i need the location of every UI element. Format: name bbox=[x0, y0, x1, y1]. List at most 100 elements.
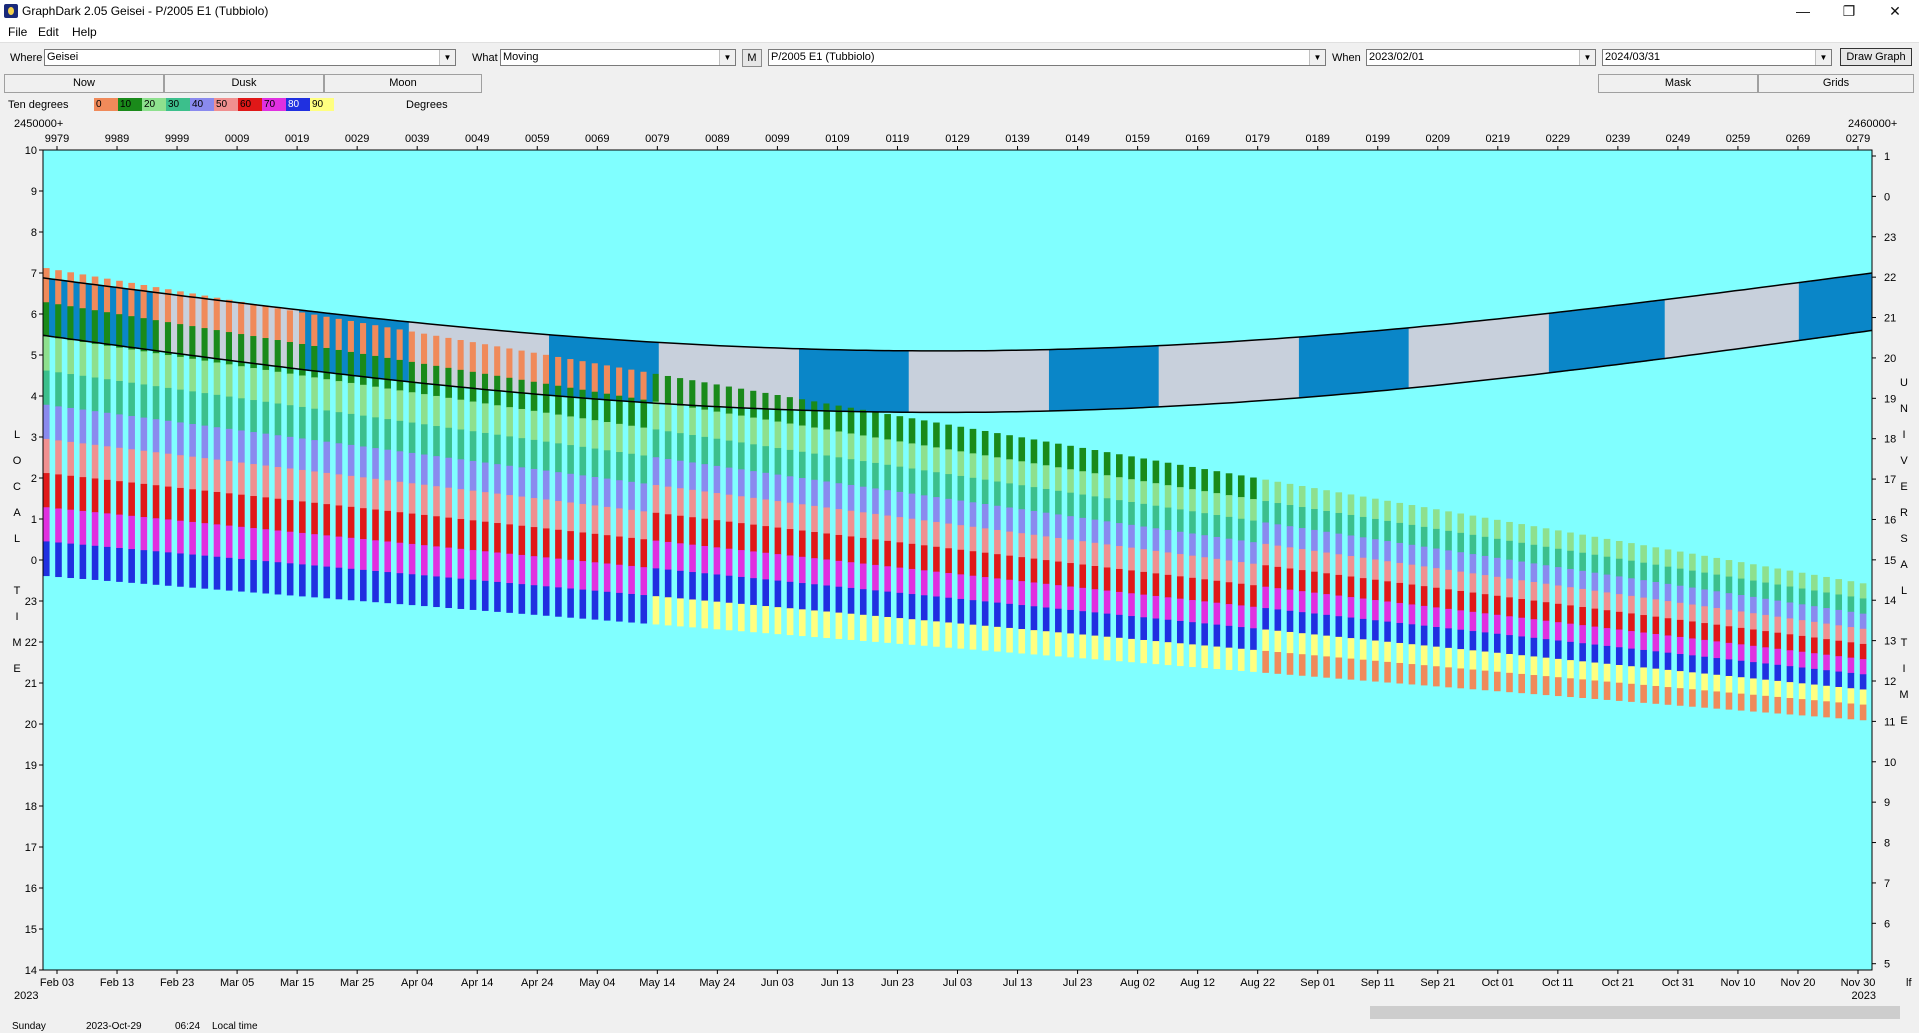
object-altitude-bar bbox=[1713, 658, 1721, 676]
date-tick-label: Oct 21 bbox=[1602, 977, 1634, 989]
twilight-bar bbox=[908, 350, 916, 413]
tab-mask[interactable]: Mask bbox=[1598, 74, 1758, 93]
object-altitude-bar bbox=[811, 453, 818, 481]
object-altitude-bar bbox=[152, 353, 160, 387]
chevron-down-icon[interactable]: ▼ bbox=[719, 50, 735, 65]
object-altitude-bar bbox=[1176, 531, 1184, 555]
tab-dusk[interactable]: Dusk bbox=[164, 74, 324, 93]
object-altitude-bar bbox=[140, 483, 148, 518]
object-altitude-bar bbox=[1067, 586, 1074, 611]
scrollbar-thumb[interactable] bbox=[1370, 1006, 1900, 1019]
local-time-axis-letter: L bbox=[14, 533, 20, 545]
horizontal-scrollbar[interactable] bbox=[0, 1005, 1919, 1021]
object-altitude-bar bbox=[1091, 612, 1099, 637]
where-combo[interactable]: Geisei ▼ bbox=[44, 49, 456, 66]
twilight-bar bbox=[1085, 348, 1093, 410]
tab-grids[interactable]: Grids bbox=[1758, 74, 1914, 93]
menu-file[interactable]: File bbox=[8, 25, 27, 39]
object-altitude-bar bbox=[1689, 587, 1696, 606]
object-altitude-bar bbox=[1067, 563, 1074, 588]
object-altitude-bar bbox=[1652, 651, 1660, 670]
object-altitude-bar bbox=[1591, 536, 1599, 556]
top-tick-label: 0159 bbox=[1125, 133, 1149, 145]
object-altitude-bar bbox=[79, 409, 87, 444]
chevron-down-icon[interactable]: ▼ bbox=[439, 50, 455, 65]
object-altitude-bar bbox=[201, 523, 209, 557]
object-altitude-bar bbox=[884, 566, 891, 593]
object-altitude-bar bbox=[213, 491, 221, 525]
date-tick-label: Apr 14 bbox=[461, 977, 493, 989]
object-combo[interactable]: P/2005 E1 (Tubbiolo) ▼ bbox=[768, 49, 1326, 66]
object-altitude-bar bbox=[1603, 681, 1611, 700]
tab-now[interactable]: Now bbox=[4, 74, 164, 93]
object-altitude-bar bbox=[1018, 629, 1026, 654]
object-altitude-bar bbox=[1152, 528, 1160, 552]
date-tick-label: Nov 10 bbox=[1721, 977, 1756, 989]
object-altitude-bar bbox=[1859, 674, 1867, 690]
object-altitude-bar bbox=[1152, 505, 1160, 529]
object-altitude-bar bbox=[1445, 569, 1452, 590]
twilight-bar bbox=[963, 350, 971, 413]
object-altitude-bar bbox=[1433, 568, 1440, 589]
when-from-combo[interactable]: 2023/02/01 ▼ bbox=[1366, 49, 1596, 66]
chevron-down-icon[interactable]: ▼ bbox=[1815, 50, 1831, 65]
top-tick-label: 0259 bbox=[1726, 133, 1750, 145]
object-altitude-bar bbox=[286, 500, 294, 533]
when-to-combo[interactable]: 2024/03/31 ▼ bbox=[1602, 49, 1832, 66]
object-altitude-bar bbox=[994, 481, 1001, 507]
menu-help[interactable]: Help bbox=[72, 25, 97, 39]
twilight-bar bbox=[1670, 298, 1678, 358]
object-altitude-bar bbox=[1079, 564, 1087, 589]
object-altitude-bar bbox=[1408, 564, 1416, 586]
twilight-bar bbox=[829, 349, 837, 411]
object-altitude-bar bbox=[469, 431, 477, 462]
object-altitude-bar bbox=[1567, 678, 1574, 698]
object-value: P/2005 E1 (Tubbiolo) bbox=[771, 51, 875, 63]
minimize-icon[interactable]: — bbox=[1780, 0, 1826, 22]
object-altitude-bar bbox=[469, 550, 477, 581]
maximize-icon[interactable]: ❐ bbox=[1826, 0, 1872, 22]
object-altitude-bar bbox=[762, 606, 770, 634]
object-altitude-bar bbox=[201, 490, 209, 524]
menu-edit[interactable]: Edit bbox=[38, 25, 59, 39]
chevron-down-icon[interactable]: ▼ bbox=[1309, 50, 1325, 65]
twilight-bar bbox=[280, 307, 288, 367]
object-altitude-bar bbox=[1359, 496, 1367, 518]
date-tick-label: Oct 01 bbox=[1482, 977, 1514, 989]
object-altitude-bar bbox=[1176, 598, 1184, 622]
object-altitude-bar bbox=[981, 479, 989, 505]
object-altitude-bar bbox=[481, 492, 489, 523]
object-altitude-bar bbox=[1798, 635, 1806, 653]
what-combo[interactable]: Moving ▼ bbox=[500, 49, 736, 66]
object-altitude-bar bbox=[872, 488, 879, 515]
object-altitude-bar bbox=[67, 509, 74, 545]
twilight-bar bbox=[817, 349, 824, 411]
object-altitude-bar bbox=[1774, 616, 1782, 634]
close-icon[interactable]: ✕ bbox=[1872, 0, 1918, 22]
object-altitude-bar bbox=[835, 457, 843, 484]
object-altitude-bar bbox=[1506, 578, 1513, 598]
draw-graph-button[interactable]: Draw Graph bbox=[1840, 48, 1912, 66]
m-button[interactable]: M bbox=[742, 49, 762, 67]
view-tabs: Now Dusk Moon Mask Grids bbox=[0, 72, 1919, 94]
object-altitude-bar bbox=[628, 565, 635, 595]
tab-moon[interactable]: Moon bbox=[324, 74, 482, 93]
object-altitude-bar bbox=[189, 293, 196, 327]
when-from-value: 2023/02/01 bbox=[1369, 51, 1425, 63]
object-altitude-bar bbox=[1225, 560, 1233, 583]
chevron-down-icon[interactable]: ▼ bbox=[1579, 50, 1595, 65]
object-altitude-bar bbox=[1420, 665, 1428, 686]
twilight-bar bbox=[1292, 337, 1300, 399]
object-altitude-bar bbox=[1518, 617, 1525, 637]
object-altitude-bar bbox=[1689, 621, 1696, 639]
object-altitude-bar bbox=[1420, 645, 1428, 666]
object-altitude-bar bbox=[713, 547, 721, 575]
object-altitude-bar bbox=[1323, 510, 1330, 533]
object-altitude-bar bbox=[1579, 643, 1586, 662]
object-altitude-bar bbox=[616, 423, 623, 453]
twilight-bar bbox=[1390, 329, 1397, 390]
object-altitude-bar bbox=[1640, 562, 1647, 581]
object-altitude-bar bbox=[762, 392, 770, 421]
object-altitude-bar bbox=[128, 349, 135, 384]
object-altitude-bar bbox=[738, 415, 745, 443]
